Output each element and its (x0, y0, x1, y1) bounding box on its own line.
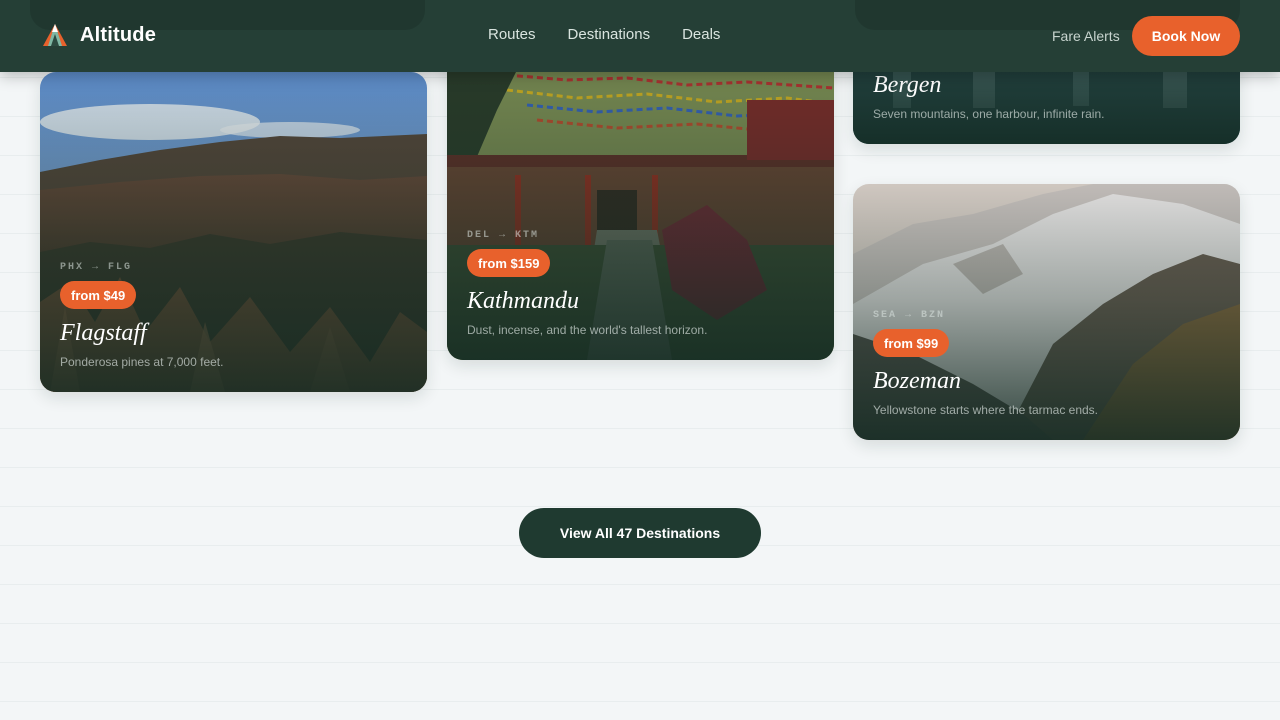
price-badge[interactable]: from $99 (873, 329, 950, 357)
price-badge[interactable]: from $49 (60, 281, 137, 309)
city-tagline: Seven mountains, one harbour, infinite r… (873, 107, 1105, 121)
city-tagline: Yellowstone starts where the tarmac ends… (873, 403, 1099, 417)
book-now-button[interactable]: Book Now (1132, 16, 1240, 56)
city-name: Flagstaff (60, 320, 147, 346)
view-all-destinations-button[interactable]: View All 47 Destinations (519, 508, 761, 558)
price-badge[interactable]: from $159 (467, 249, 551, 277)
city-name: Bergen (873, 72, 942, 98)
brand-name: Altitude (80, 23, 157, 46)
fare-alerts-link[interactable]: Fare Alerts (1052, 28, 1120, 44)
route-code: DEL → KTM (467, 230, 540, 241)
city-name: Bozeman (873, 368, 961, 394)
top-navigation-bar: Altitude Routes Destinations Deals Fare … (0, 0, 1280, 72)
route-code: PHX → FLG (60, 262, 133, 273)
nav-link-destinations[interactable]: Destinations (568, 26, 651, 43)
city-tagline: Ponderosa pines at 7,000 feet. (60, 355, 224, 369)
nav-link-routes[interactable]: Routes (488, 26, 536, 43)
brand-link[interactable]: Altitude (40, 20, 156, 50)
mountain-logo-icon (43, 24, 67, 46)
nav-link-deals[interactable]: Deals (682, 26, 720, 43)
main-nav: Routes Destinations Deals (488, 26, 720, 43)
destination-card-flagstaff[interactable]: PHX → FLG from $49 Flagstaff Ponderosa p… (40, 72, 427, 392)
city-name: Kathmandu (467, 288, 580, 314)
destination-card-bozeman[interactable]: SEA → BZN from $99 Bozeman Yellowstone s… (853, 184, 1240, 440)
city-tagline: Dust, incense, and the world's tallest h… (467, 323, 708, 337)
route-code: SEA → BZN (873, 310, 946, 321)
